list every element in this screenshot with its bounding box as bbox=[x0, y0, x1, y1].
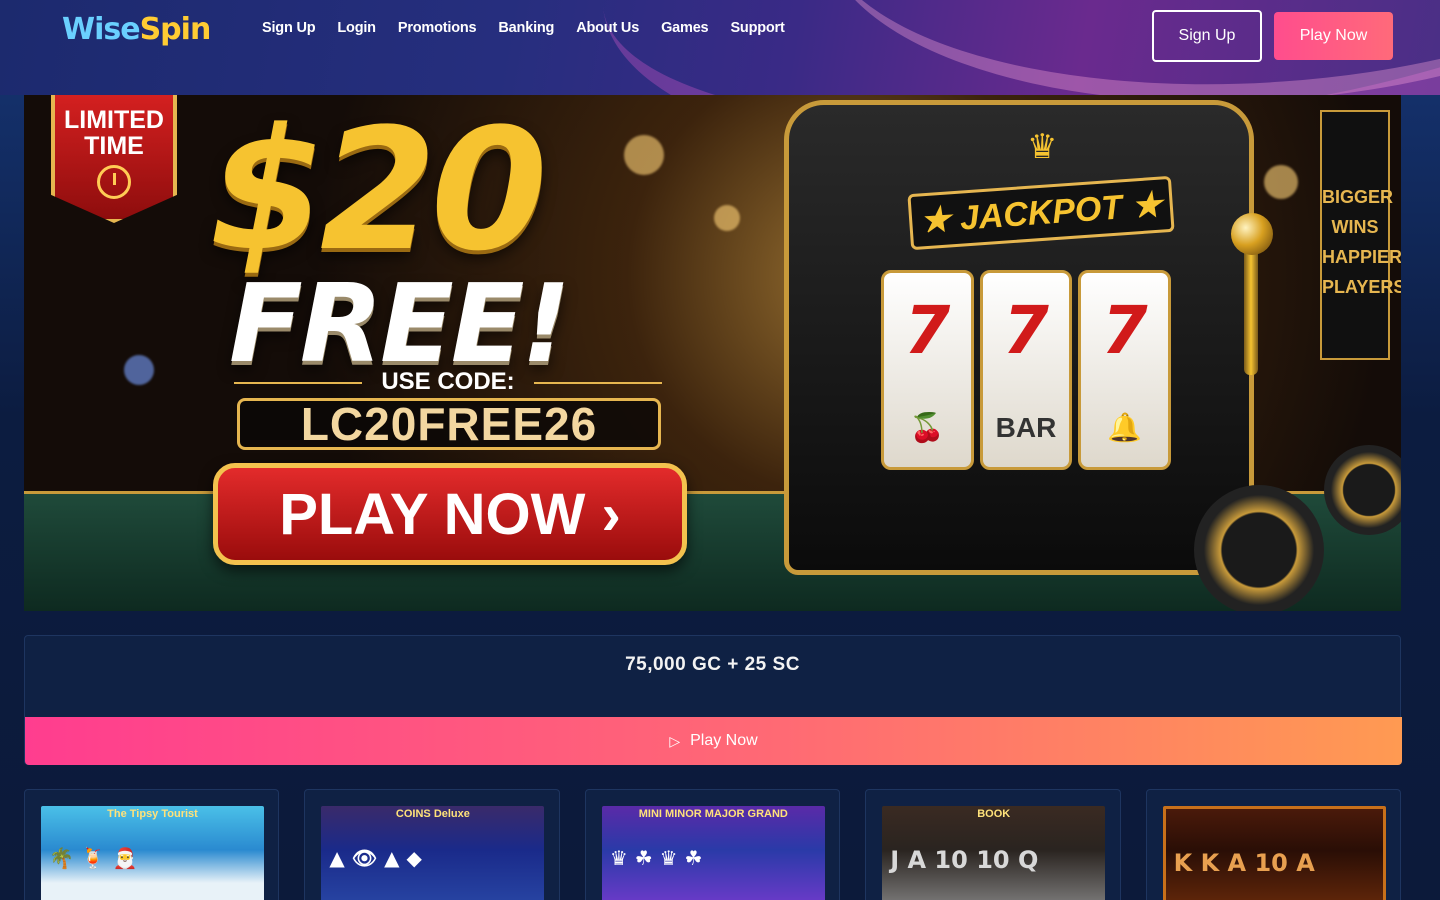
hero-play-now-button[interactable]: PLAY NOW › bbox=[213, 463, 687, 565]
offer-play-now-button[interactable]: ▷ Play Now bbox=[25, 717, 1402, 765]
game-thumbnail[interactable]: K K A 10 A bbox=[1162, 806, 1386, 900]
nav-promotions[interactable]: Promotions bbox=[398, 20, 477, 36]
game-card[interactable]: K K A 10 A bbox=[1145, 789, 1402, 900]
reel-seven: 7 bbox=[1101, 291, 1148, 369]
game-symbols: J A 10 10 Q bbox=[890, 846, 1097, 874]
casino-chip bbox=[1194, 485, 1324, 611]
bokeh-light bbox=[624, 135, 664, 175]
game-card[interactable]: BOOK J A 10 10 Q bbox=[865, 789, 1121, 900]
slot-lever-knob bbox=[1231, 213, 1273, 255]
promo-code: LC20FREE26 bbox=[237, 398, 661, 450]
nav-about-us[interactable]: About Us bbox=[576, 20, 639, 36]
slot-reels: 7 🍒 7 BAR 7 🔔 bbox=[881, 270, 1172, 470]
hero-free-text: FREE! bbox=[229, 262, 571, 387]
game-card[interactable]: MINI MINOR MAJOR GRAND ♛ ☘ ♛ ☘ bbox=[584, 789, 841, 900]
game-symbol-row: ♛ ☘ ♛ ☘ bbox=[609, 846, 703, 870]
use-code-label: USE CODE: bbox=[234, 368, 662, 396]
nav-support[interactable]: Support bbox=[730, 20, 784, 36]
nav-banking[interactable]: Banking bbox=[498, 20, 554, 36]
nav-login[interactable]: Login bbox=[337, 20, 376, 36]
game-symbols: ▲ 👁 ▲ ◆ bbox=[329, 846, 536, 870]
hero-banner[interactable]: LIMITED TIME $20 FREE! USE CODE: LC20FRE… bbox=[24, 95, 1401, 611]
jackpot-sign: ★ JACKPOT ★ bbox=[907, 175, 1175, 251]
main-nav: Sign Up Login Promotions Banking About U… bbox=[262, 20, 785, 36]
game-symbols: K K A 10 A bbox=[1174, 849, 1375, 877]
slot-reel: 7 🍒 bbox=[881, 270, 974, 470]
bokeh-light bbox=[124, 355, 154, 385]
game-symbol-row: J A 10 10 Q bbox=[890, 846, 1039, 874]
limited-time-badge: LIMITED TIME bbox=[51, 95, 177, 223]
cherry-icon: 🍒 bbox=[909, 412, 945, 444]
reel-bar: BAR bbox=[995, 412, 1057, 443]
game-thumbnail[interactable]: The Tipsy Tourist 🌴 🍹 🎅 bbox=[41, 806, 264, 900]
header-play-now-button[interactable]: Play Now bbox=[1274, 12, 1393, 60]
game-symbol-row: K K A 10 A bbox=[1173, 849, 1315, 877]
game-symbol-row: ▲ 👁 ▲ ◆ bbox=[329, 846, 422, 870]
bokeh-light bbox=[714, 205, 740, 231]
game-thumbnail[interactable]: COINS Deluxe ▲ 👁 ▲ ◆ bbox=[321, 806, 545, 900]
game-title: MINI MINOR MAJOR GRAND bbox=[638, 808, 788, 820]
game-symbols: ♛ ☘ ♛ ☘ bbox=[610, 846, 817, 870]
game-title: The Tipsy Tourist bbox=[107, 808, 198, 820]
bokeh-light bbox=[1264, 165, 1298, 199]
header-sign-up-button[interactable]: Sign Up bbox=[1152, 10, 1262, 62]
game-card[interactable]: COINS Deluxe ▲ 👁 ▲ ◆ bbox=[304, 789, 560, 900]
offer-play-label: Play Now bbox=[690, 732, 758, 749]
reel-seven: 7 bbox=[1003, 292, 1049, 369]
bell-icon: 🔔 bbox=[1107, 412, 1143, 444]
stopwatch-icon bbox=[97, 165, 131, 199]
game-title: COINS Deluxe bbox=[395, 808, 470, 820]
bigger-wins-sign: BIGGER WINS HAPPIER PLAYERS bbox=[1320, 110, 1401, 360]
game-title: BOOK bbox=[977, 808, 1011, 820]
badge-line-2: TIME bbox=[84, 132, 144, 160]
game-symbol-row: 🌴 🍹 🎅 bbox=[49, 846, 138, 870]
reel-seven: 7 bbox=[904, 291, 951, 369]
play-icon: ▷ bbox=[669, 732, 681, 749]
site-header: WiseSpin Sign Up Login Promotions Bankin… bbox=[0, 0, 1440, 95]
offer-card: 75,000 GC + 25 SC ▷ Play Now bbox=[24, 635, 1402, 765]
nav-sign-up[interactable]: Sign Up bbox=[262, 20, 316, 36]
nav-games[interactable]: Games bbox=[661, 20, 709, 36]
slot-reel: 7 🔔 bbox=[1078, 270, 1172, 470]
game-thumbnail[interactable]: BOOK J A 10 10 Q bbox=[882, 806, 1106, 900]
slot-machine: ♛ ★ JACKPOT ★ 7 🍒 7 BAR 7 🔔 bbox=[784, 100, 1254, 575]
game-thumbnail[interactable]: MINI MINOR MAJOR GRAND ♛ ☘ ♛ ☘ bbox=[601, 806, 825, 900]
slot-reel: 7 BAR bbox=[979, 270, 1073, 470]
crown-icon: ♛ bbox=[1027, 127, 1058, 167]
logo-text-wise: Wise bbox=[62, 12, 141, 47]
game-card[interactable]: The Tipsy Tourist 🌴 🍹 🎅 bbox=[24, 789, 280, 900]
badge-line-1: LIMITED bbox=[64, 106, 164, 134]
game-symbols: 🌴 🍹 🎅 bbox=[49, 846, 256, 870]
games-grid: The Tipsy Tourist 🌴 🍹 🎅 COINS Deluxe ▲ 👁… bbox=[24, 789, 1402, 900]
offer-amount: 75,000 GC + 25 SC bbox=[625, 654, 800, 675]
hero-amount: $20 bbox=[209, 95, 548, 288]
logo-text-spin: Spin bbox=[139, 12, 212, 47]
logo[interactable]: WiseSpin bbox=[62, 12, 212, 47]
